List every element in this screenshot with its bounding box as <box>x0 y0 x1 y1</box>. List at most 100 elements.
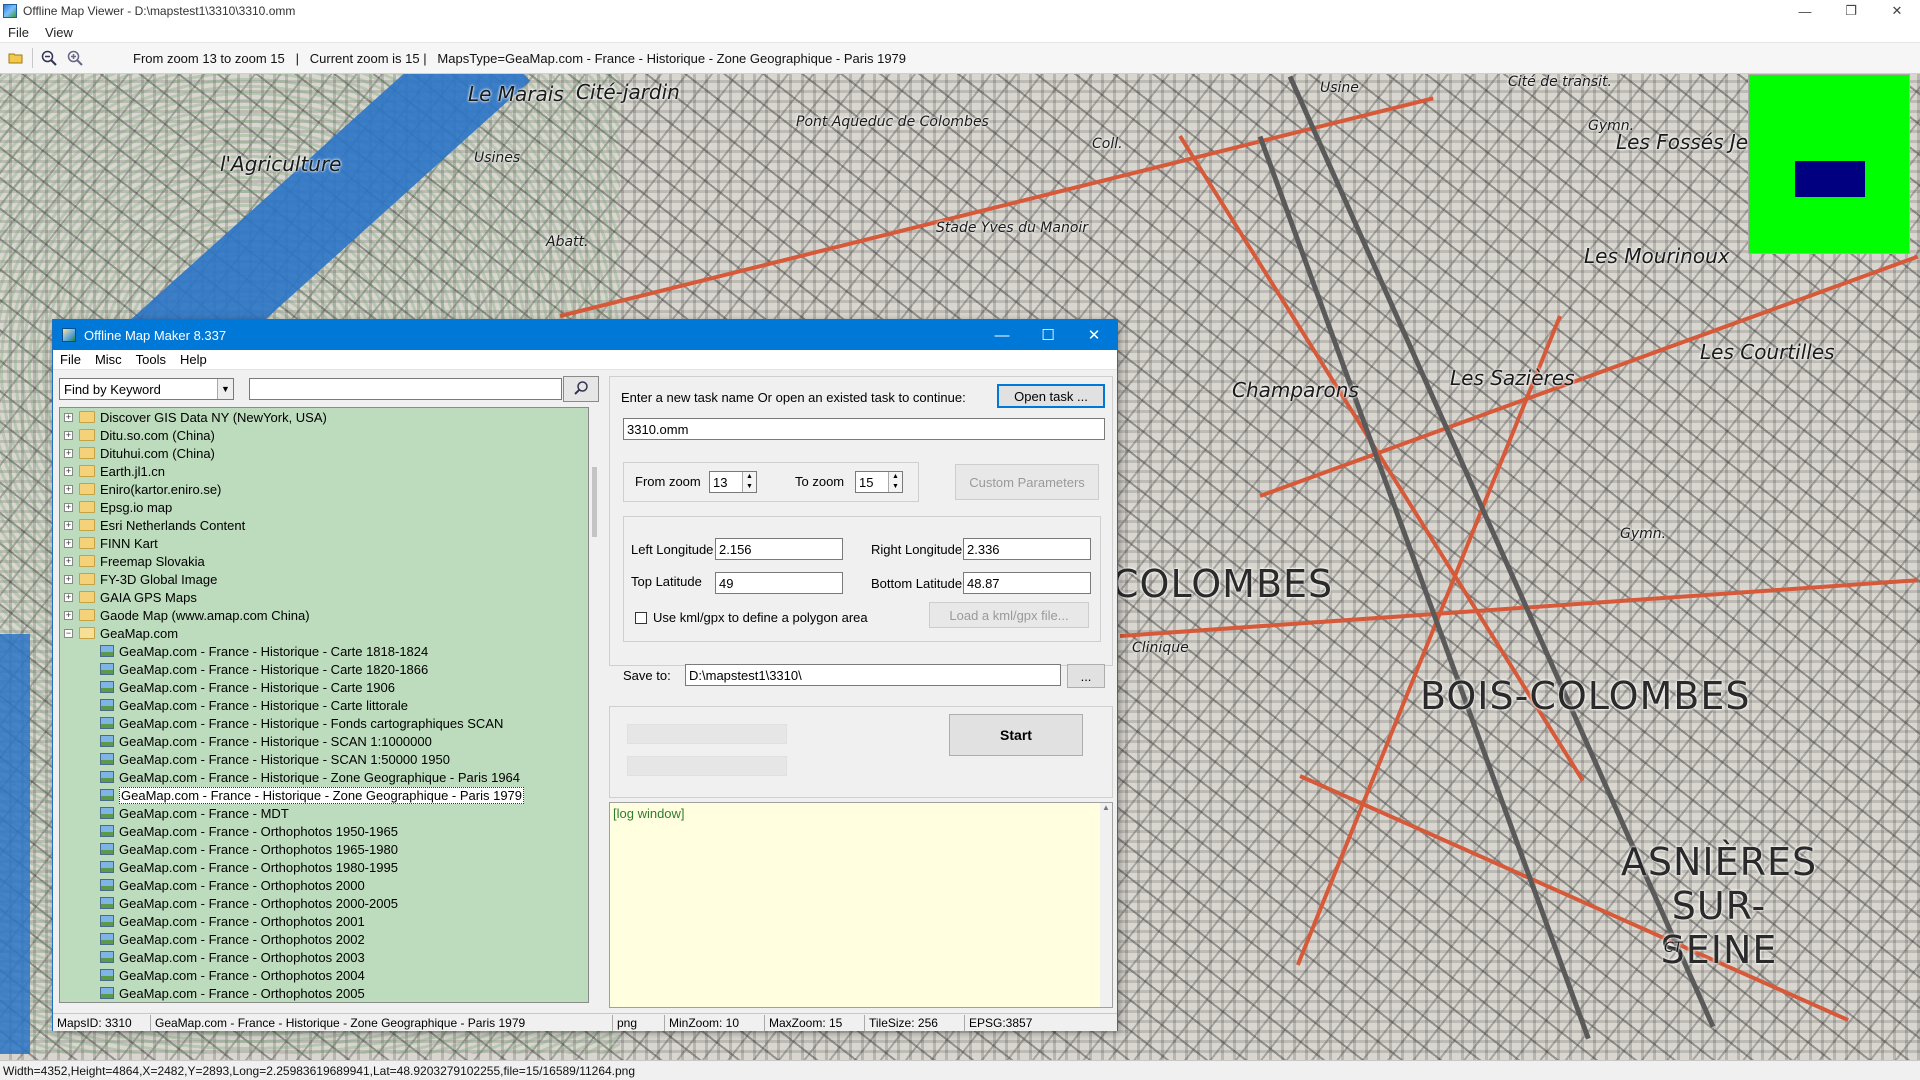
spin-up-icon[interactable]: ▲ <box>889 472 902 482</box>
custom-parameters-button[interactable]: Custom Parameters <box>955 464 1099 500</box>
tree-leaf[interactable]: GeaMap.com - France - Orthophotos 2002 <box>60 930 588 948</box>
tree-leaf[interactable]: GeaMap.com - France - Historique - Carte… <box>60 642 588 660</box>
log-scrollbar[interactable]: ▲ <box>1100 803 1112 1007</box>
tree-leaf[interactable]: GeaMap.com - France - Orthophotos 2000-2… <box>60 894 588 912</box>
left-longitude-input[interactable]: 2.156 <box>715 538 843 560</box>
maximize-icon[interactable]: ☐ <box>1025 320 1071 350</box>
spin-down-icon[interactable]: ▼ <box>889 482 902 492</box>
expand-icon[interactable]: + <box>64 502 73 512</box>
tree-leaf[interactable]: GeaMap.com - France - Orthophotos 1980-1… <box>60 858 588 876</box>
expand-icon[interactable]: + <box>64 466 73 476</box>
from-zoom-stepper[interactable]: 13 ▲ ▼ <box>709 471 757 493</box>
tree-leaf[interactable]: GeaMap.com - France - Historique - SCAN … <box>60 750 588 768</box>
tree-node[interactable]: + Esri Netherlands Content <box>60 516 588 534</box>
bottom-latitude-input[interactable]: 48.87 <box>963 572 1091 594</box>
menu-view[interactable]: View <box>37 25 81 40</box>
tree-leaf[interactable]: GeaMap.com - France - Orthophotos 2005 <box>60 984 588 1002</box>
tree-node[interactable]: + Discover GIS Data NY (NewYork, USA) <box>60 408 588 426</box>
menu-file[interactable]: File <box>53 352 88 367</box>
map-label: Clinique <box>1132 640 1189 656</box>
spin-up-icon[interactable]: ▲ <box>743 472 756 482</box>
tree-node[interactable]: + Ditu.so.com (China) <box>60 426 588 444</box>
to-zoom-label: To zoom <box>795 474 845 489</box>
tree-node[interactable]: + Dituhui.com (China) <box>60 444 588 462</box>
tree-leaf[interactable]: GeaMap.com - France - Orthophotos 1950-1… <box>60 822 588 840</box>
browse-button[interactable]: ... <box>1067 664 1105 688</box>
to-zoom-stepper[interactable]: 15 ▲ ▼ <box>855 471 903 493</box>
tree-leaf[interactable]: GeaMap.com - France - Orthophotos 2004 <box>60 966 588 984</box>
menu-misc[interactable]: Misc <box>88 352 129 367</box>
expand-icon[interactable]: + <box>64 556 73 566</box>
minimize-icon[interactable]: — <box>1782 0 1828 22</box>
load-kml-button[interactable]: Load a kml/gpx file... <box>929 602 1089 628</box>
search-input[interactable] <box>249 378 562 400</box>
zoom-out-icon[interactable] <box>39 48 59 68</box>
tree-leaf[interactable]: GeaMap.com - France - Historique - Carte… <box>60 660 588 678</box>
expand-icon[interactable]: + <box>64 592 73 602</box>
spin-down-icon[interactable]: ▼ <box>743 482 756 492</box>
top-latitude-input[interactable]: 49 <box>715 572 843 594</box>
save-to-input[interactable]: D:\mapstest1\3310\ <box>685 664 1061 686</box>
scrollbar-thumb[interactable] <box>592 467 597 537</box>
zoom-in-icon[interactable] <box>65 48 85 68</box>
minimize-icon[interactable]: — <box>979 320 1025 350</box>
tree-leaf-label: GeaMap.com - France - Historique - Zone … <box>119 786 525 804</box>
expand-icon[interactable]: + <box>64 430 73 440</box>
search-button[interactable] <box>563 376 599 402</box>
tree-node[interactable]: + Epsg.io map <box>60 498 588 516</box>
map-layer-icon <box>100 951 114 963</box>
open-folder-icon[interactable] <box>6 48 26 68</box>
tree-node[interactable]: + FY-3D Global Image <box>60 570 588 588</box>
tree-leaf[interactable]: GeaMap.com - France - Historique - SCAN … <box>60 732 588 750</box>
tree-node[interactable]: + Earth.jl1.cn <box>60 462 588 480</box>
tree-node[interactable]: − GeaMap.com <box>60 624 588 642</box>
task-name-input[interactable]: 3310.omm <box>623 418 1105 440</box>
tree-node[interactable]: + GAIA GPS Maps <box>60 588 588 606</box>
expand-icon[interactable]: + <box>64 448 73 458</box>
tree-node-label: Epsg.io map <box>100 499 173 515</box>
overview-viewport[interactable] <box>1795 161 1865 197</box>
tree-node[interactable]: + Gaode Map (www.amap.com China) <box>60 606 588 624</box>
menu-help[interactable]: Help <box>173 352 214 367</box>
map-layer-icon <box>100 915 114 927</box>
search-mode-select[interactable]: Find by Keyword ▼ <box>59 378 234 400</box>
tree-leaf[interactable]: GeaMap.com - France - Historique - Zone … <box>60 768 588 786</box>
kml-polygon-checkbox[interactable] <box>635 612 647 624</box>
expand-icon[interactable]: + <box>64 520 73 530</box>
tree-node[interactable]: + Eniro(kartor.eniro.se) <box>60 480 588 498</box>
tree-leaf[interactable]: GeaMap.com - France - Historique - Fonds… <box>60 714 588 732</box>
restore-icon[interactable]: ❐ <box>1828 0 1874 22</box>
right-longitude-input[interactable]: 2.336 <box>963 538 1091 560</box>
tree-leaf[interactable]: GeaMap.com - France - Orthophotos 2001 <box>60 912 588 930</box>
tree-leaf[interactable]: GeaMap.com - France - Historique - Carte… <box>60 696 588 714</box>
maker-menubar: File Misc Tools Help <box>53 350 1117 370</box>
menu-tools[interactable]: Tools <box>129 352 173 367</box>
open-task-button[interactable]: Open task ... <box>997 384 1105 408</box>
collapse-icon[interactable]: − <box>64 628 73 638</box>
map-source-tree[interactable]: + Discover GIS Data NY (NewYork, USA) + Dit… <box>59 407 589 1003</box>
tree-node[interactable]: + Freemap Slovakia <box>60 552 588 570</box>
expand-icon[interactable]: + <box>64 538 73 548</box>
tree-scrollbar[interactable] <box>591 407 599 1003</box>
close-icon[interactable]: ✕ <box>1071 320 1117 350</box>
menu-file[interactable]: File <box>0 25 37 40</box>
start-button[interactable]: Start <box>949 714 1083 756</box>
tree-leaf[interactable]: GeaMap.com - France - Historique - Carte… <box>60 678 588 696</box>
close-icon[interactable]: ✕ <box>1874 0 1920 22</box>
tree-leaf[interactable]: GeaMap.com - France - Orthophotos 2003 <box>60 948 588 966</box>
toolbar-separator <box>32 48 33 68</box>
tree-leaf[interactable]: GeaMap.com - France - Orthophotos 1965-1… <box>60 840 588 858</box>
overview-minimap[interactable] <box>1748 74 1910 254</box>
map-label: Cité-jardin <box>576 80 680 104</box>
tree-node[interactable]: + FINN Kart <box>60 534 588 552</box>
log-window[interactable]: [log window] ▲ <box>609 802 1113 1008</box>
chevron-down-icon[interactable]: ▼ <box>217 379 233 399</box>
expand-icon[interactable]: + <box>64 574 73 584</box>
expand-icon[interactable]: + <box>64 610 73 620</box>
tree-leaf[interactable]: GeaMap.com - France - Historique - Zone … <box>60 786 588 804</box>
expand-icon[interactable]: + <box>64 412 73 422</box>
tree-leaf[interactable]: GeaMap.com - France - Orthophotos 2000 <box>60 876 588 894</box>
tree-leaf[interactable]: GeaMap.com - France - MDT <box>60 804 588 822</box>
expand-icon[interactable]: + <box>64 484 73 494</box>
tree-leaf-label: GeaMap.com - France - Orthophotos 2003 <box>119 949 365 965</box>
